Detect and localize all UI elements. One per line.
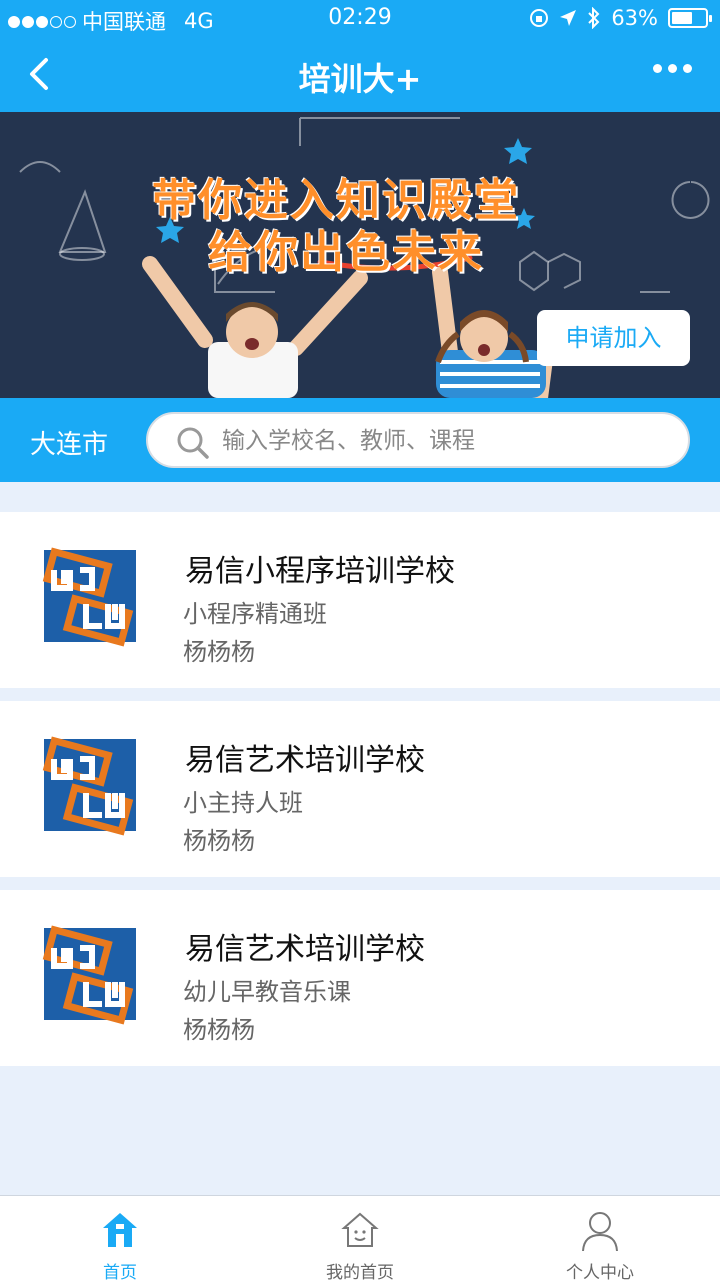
kid-right <box>432 264 556 398</box>
search-bar: 大连市 <box>0 398 720 482</box>
status-right: 63% <box>529 6 712 30</box>
teacher-name: 杨杨杨 <box>183 1016 255 1044</box>
school-logo-icon <box>42 547 136 647</box>
battery-fill <box>672 12 692 24</box>
search-icon <box>177 427 209 459</box>
status-bar: 中国联通 4G 02:29 63% <box>0 0 720 36</box>
person-icon <box>582 1212 618 1252</box>
my-home-icon <box>341 1212 379 1247</box>
school-item[interactable]: 易信小程序培训学校 小程序精通班 杨杨杨 <box>0 512 720 688</box>
teacher-name: 杨杨杨 <box>183 827 255 855</box>
teacher-name: 杨杨杨 <box>183 638 255 666</box>
home-icon <box>103 1213 137 1247</box>
nav-bar: 培训大+ <box>0 36 720 112</box>
tab-my-home-label: 我的首页 <box>326 1263 394 1280</box>
city-selector[interactable]: 大连市 <box>30 424 108 461</box>
battery-percent: 63% <box>611 6 658 30</box>
school-name: 易信艺术培训学校 <box>185 932 425 967</box>
search-input[interactable] <box>222 424 662 458</box>
school-name: 易信小程序培训学校 <box>185 554 455 589</box>
tab-home-label: 首页 <box>103 1263 137 1280</box>
school-logo-icon <box>42 736 136 836</box>
tab-my-home[interactable]: 我的首页 <box>240 1196 480 1280</box>
more-icon[interactable] <box>653 64 692 73</box>
orientation-lock-icon <box>530 9 549 27</box>
banner-headline-2: 给你出色未来 <box>208 227 484 278</box>
location-icon <box>560 10 577 26</box>
school-item[interactable]: 易信艺术培训学校 小主持人班 杨杨杨 <box>0 701 720 877</box>
school-name: 易信艺术培训学校 <box>185 743 425 778</box>
search-box[interactable] <box>146 412 690 468</box>
kid-left <box>142 256 368 398</box>
promo-banner[interactable]: 带你进入知识殿堂 给你出色未来 申请加入 <box>0 112 720 398</box>
school-logo-icon <box>42 925 136 1025</box>
course-name: 幼儿早教音乐课 <box>183 978 351 1006</box>
school-item[interactable]: 易信艺术培训学校 幼儿早教音乐课 杨杨杨 <box>0 890 720 1066</box>
page-title: 培训大+ <box>298 60 422 98</box>
tab-personal-center[interactable]: 个人中心 <box>480 1196 720 1280</box>
tab-personal-center-label: 个人中心 <box>566 1263 634 1280</box>
course-name: 小主持人班 <box>183 789 303 817</box>
tab-home[interactable]: 首页 <box>0 1196 240 1280</box>
course-name: 小程序精通班 <box>183 600 327 628</box>
tab-bar: 首页 我的首页 个人中心 <box>0 1195 720 1280</box>
bluetooth-icon <box>588 7 600 29</box>
apply-join-button[interactable]: 申请加入 <box>537 310 690 366</box>
battery-icon <box>668 8 712 28</box>
